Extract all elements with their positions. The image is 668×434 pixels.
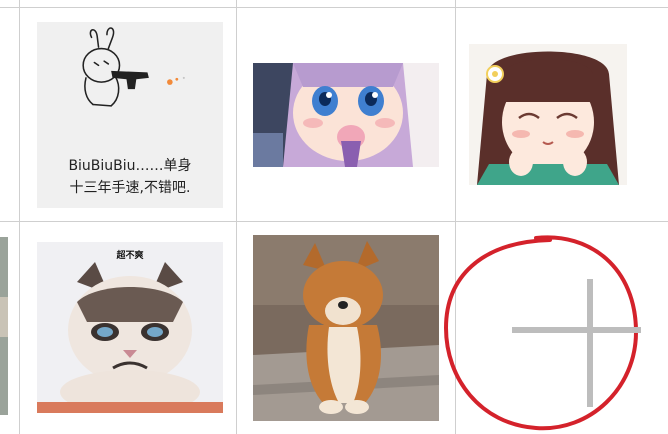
grid-line-col-2 [236, 0, 237, 434]
sticker-anime-girl-eating[interactable] [253, 63, 439, 167]
sticker-grumpy-cat[interactable]: 超不爽 [37, 242, 223, 413]
plus-icon [440, 228, 650, 434]
sticker-caption-line1: BiuBiuBiu……单身 [68, 158, 192, 174]
sticker-caption: 超不爽 [116, 251, 144, 261]
grid-line-col-1 [19, 0, 20, 434]
partial-sticker-left-edge[interactable] [0, 237, 8, 415]
sticker-shiba-puppy[interactable] [253, 235, 439, 421]
sticker-anime-girl-smiling[interactable] [469, 44, 627, 185]
grid-line-top [0, 7, 668, 8]
grid-line-middle [0, 221, 668, 222]
add-sticker-button[interactable] [440, 228, 650, 434]
sticker-caption-line2: 十三年手速,不错吧. [69, 180, 191, 196]
sticker-bunny-gun[interactable]: BiuBiuBiu……单身 十三年手速,不错吧. [37, 22, 223, 208]
